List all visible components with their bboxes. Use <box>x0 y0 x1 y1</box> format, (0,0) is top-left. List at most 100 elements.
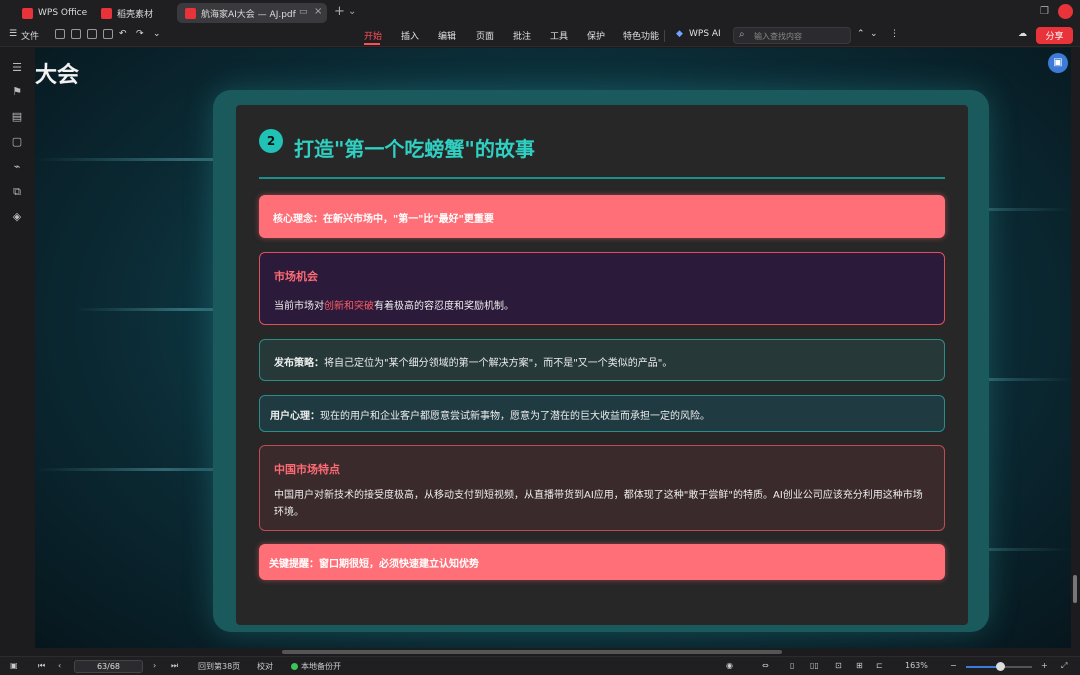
user-psychology-text: 用户心理：现在的用户和企业客户都愿意尝试新事物，愿意为了潜在的巨大收益而承担一定… <box>270 411 710 422</box>
next-page-icon[interactable]: › <box>153 661 156 670</box>
divider <box>664 30 665 42</box>
tab-docer[interactable]: 稻壳素材 <box>93 3 173 23</box>
more-icon[interactable]: ⋮ <box>890 29 899 39</box>
search-next-icon[interactable]: ⌄ <box>870 29 878 39</box>
cloud-icon[interactable]: ☁ <box>1018 29 1027 39</box>
search-input[interactable]: ⌕ 输入查找内容 <box>733 27 851 44</box>
two-page-icon[interactable]: ▯▯ <box>810 661 819 670</box>
menu-features[interactable]: 特色功能 <box>623 29 659 42</box>
zoom-level[interactable]: 163% <box>905 661 928 670</box>
document-canvas[interactable]: 大会 ▣ 2 打造"第一个吃螃蟹"的故事 核心理念：在新兴市场中，"第一"比"最… <box>35 48 1071 648</box>
print-preview-icon[interactable] <box>103 29 113 39</box>
fit-width-icon[interactable]: ⇔ <box>762 661 769 670</box>
vertical-scrollbar[interactable] <box>1071 48 1080 656</box>
prev-page-icon[interactable]: ‹ <box>58 661 61 670</box>
fit-page-icon[interactable]: ⊡ <box>835 661 842 670</box>
release-strategy-card: 发布策略：将自己定位为"某个细分领域的第一个解决方案"，而不是"又一个类似的产品… <box>259 339 945 381</box>
new-tab-icon[interactable]: + <box>334 4 345 19</box>
chevron-down-icon[interactable]: ⌄ <box>153 29 161 39</box>
slide-title: 打造"第一个吃螃蟹"的故事 <box>294 137 535 161</box>
save-icon[interactable] <box>71 29 81 39</box>
backup-status-icon <box>291 663 298 670</box>
market-opportunity-card: 市场机会 当前市场对创新和突破有着极高的容忍度和奖励机制。 <box>259 252 945 325</box>
zoom-out-icon[interactable]: − <box>950 661 957 670</box>
first-page-icon[interactable]: ⏮ <box>38 661 45 671</box>
china-market-text-line1: 中国用户对新技术的接受度极高，从移动支付到短视频，从直播带货到AI应用，都体现了… <box>274 490 923 501</box>
proofread-button[interactable]: 校对 <box>257 661 273 672</box>
bookmark-icon[interactable]: ⚑ <box>11 86 23 98</box>
vertical-scroll-thumb[interactable] <box>1073 575 1077 603</box>
tab-label: 稻壳素材 <box>117 9 154 20</box>
wps-ai-button[interactable]: WPS AI <box>689 29 721 39</box>
attachment-icon[interactable]: ⌁ <box>11 161 23 173</box>
comment-icon[interactable]: ▢ <box>11 136 23 148</box>
copy-icon[interactable]: ⧉ <box>11 186 23 198</box>
eye-icon[interactable]: ◉ <box>726 661 733 670</box>
crop-icon[interactable]: ⊏ <box>876 661 883 670</box>
single-page-icon[interactable]: ▯ <box>790 661 794 670</box>
avatar[interactable] <box>1058 4 1073 19</box>
search-icon: ⌕ <box>739 29 745 40</box>
open-folder-icon[interactable] <box>55 29 65 39</box>
active-menu-indicator <box>364 43 380 45</box>
menu-protect[interactable]: 保护 <box>587 29 605 42</box>
backup-status[interactable]: 本地备份开 <box>301 661 341 672</box>
menu-home[interactable]: 开始 <box>364 29 382 42</box>
toolbar: ☰ 文件 ↶ ↷ ⌄ 开始 插入 编辑 页面 批注 工具 保护 特色功能 ◆ W… <box>0 25 1080 47</box>
tab-label: 航海家AI大会 — AJ.pdf <box>201 9 296 20</box>
panel-toggle-icon[interactable]: ▣ <box>10 661 18 670</box>
section-number-badge: 2 <box>259 129 283 153</box>
user-psychology-card: 用户心理：现在的用户和企业客户都愿意尝试新事物，愿意为了潜在的巨大收益而承担一定… <box>259 395 945 432</box>
menu-page[interactable]: 页面 <box>476 29 494 42</box>
floating-tool-icon[interactable]: ▣ <box>1048 53 1068 73</box>
chevron-down-icon[interactable]: ⌄ <box>348 6 356 17</box>
page-number-input[interactable]: 63/68 <box>74 660 143 673</box>
search-prev-icon[interactable]: ⌃ <box>857 29 865 39</box>
thumbnail-icon[interactable]: ▤ <box>11 111 23 123</box>
china-market-text-line2: 环境。 <box>274 507 304 518</box>
core-concept-text: 核心理念：在新兴市场中，"第一"比"最好"更重要 <box>273 214 494 225</box>
key-reminder-card: 关键提醒：窗口期很短，必须快速建立认知优势 <box>259 544 945 580</box>
page-partial-title: 大会 <box>35 63 80 88</box>
back-to-page-link[interactable]: 回到第38页 <box>198 661 240 672</box>
tab-wps-office[interactable]: WPS Office <box>14 3 88 23</box>
slide-content: 2 打造"第一个吃螃蟹"的故事 核心理念：在新兴市场中，"第一"比"最好"更重要… <box>236 105 968 625</box>
layers-icon[interactable]: ◈ <box>11 211 23 223</box>
last-page-icon[interactable]: ⏭ <box>171 661 178 671</box>
file-menu[interactable]: 文件 <box>21 29 39 42</box>
release-strategy-text: 发布策略：将自己定位为"某个细分领域的第一个解决方案"，而不是"又一个类似的产品… <box>274 358 673 369</box>
status-bar: ▣ ⏮ ‹ 63/68 › ⏭ 回到第38页 校对 本地备份开 ◉ ⇔ ▯ ▯▯… <box>0 656 1080 675</box>
outline-icon[interactable]: ☰ <box>11 62 23 74</box>
menu-annotate[interactable]: 批注 <box>513 29 531 42</box>
china-market-card: 中国市场特点 中国用户对新技术的接受度极高，从移动支付到短视频，从直播带货到AI… <box>259 445 945 531</box>
title-divider <box>259 177 945 179</box>
tab-bar: WPS Office 稻壳素材 航海家AI大会 — AJ.pdf ▭ × + ⌄… <box>0 0 1080 25</box>
wps-ai-icon: ◆ <box>676 29 683 39</box>
zoom-in-icon[interactable]: + <box>1041 661 1048 670</box>
fullscreen-icon[interactable]: ⤢ <box>1061 661 1067 671</box>
redo-icon[interactable]: ↷ <box>136 29 144 39</box>
wps-logo-icon <box>22 7 33 19</box>
rotate-icon[interactable]: ⊞ <box>856 661 863 670</box>
tab-pdf-document[interactable]: 航海家AI大会 — AJ.pdf ▭ × <box>177 3 327 23</box>
key-reminder-text: 关键提醒：窗口期很短，必须快速建立认知优势 <box>269 559 479 570</box>
undo-icon[interactable]: ↶ <box>119 29 127 39</box>
horizontal-scroll-thumb[interactable] <box>282 650 782 654</box>
menu-edit[interactable]: 编辑 <box>438 29 456 42</box>
menu-tools[interactable]: 工具 <box>550 29 568 42</box>
zoom-slider-knob[interactable] <box>996 662 1005 671</box>
horizontal-scrollbar[interactable] <box>35 648 1071 656</box>
market-opportunity-title: 市场机会 <box>274 270 318 283</box>
left-sidebar: ☰ ⚑ ▤ ▢ ⌁ ⧉ ◈ <box>0 48 35 656</box>
tab-label: WPS Office <box>38 8 88 18</box>
monitor-icon[interactable]: ▭ <box>299 7 308 17</box>
hamburger-icon[interactable]: ☰ <box>9 29 17 39</box>
close-icon[interactable]: × <box>314 6 322 17</box>
pdf-icon <box>185 7 196 19</box>
share-label: 分享 <box>1045 32 1064 42</box>
window-restore-icon[interactable]: ❐ <box>1040 6 1049 17</box>
print-icon[interactable] <box>87 29 97 39</box>
menu-insert[interactable]: 插入 <box>401 29 419 42</box>
market-opportunity-text: 当前市场对创新和突破有着极高的容忍度和奖励机制。 <box>274 301 514 312</box>
share-button[interactable]: 分享 <box>1036 27 1073 44</box>
